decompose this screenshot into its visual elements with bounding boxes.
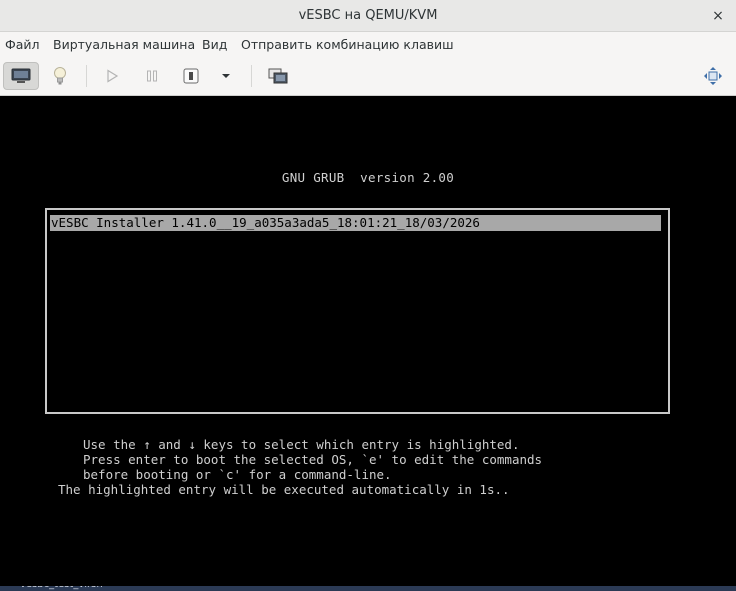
menu-virtual-machine[interactable]: Виртуальная машина bbox=[53, 32, 195, 57]
grub-menu-box: vESBC Installer 1.41.0__19_a035a3ada5_18… bbox=[45, 208, 670, 414]
close-button[interactable]: × bbox=[708, 6, 728, 26]
shutdown-menu-button[interactable] bbox=[212, 62, 240, 90]
details-button[interactable] bbox=[44, 62, 76, 90]
grub-help-line: before booting or `c' for a command-line… bbox=[83, 467, 392, 482]
grub-help-line: Press enter to boot the selected OS, `e'… bbox=[83, 452, 543, 467]
grub-help-line: Use the ↑ and ↓ keys to select which ent… bbox=[83, 437, 520, 452]
host-taskbar: vesbc_test_virsh bbox=[0, 586, 736, 591]
console-button[interactable] bbox=[3, 62, 39, 90]
resize-button[interactable] bbox=[697, 62, 729, 90]
screenshot-icon bbox=[268, 68, 288, 84]
grub-countdown: The highlighted entry will be executed a… bbox=[58, 482, 510, 497]
taskbar-item-label[interactable]: vesbc_test_virsh bbox=[20, 586, 103, 590]
menu-file[interactable]: Файл bbox=[5, 32, 40, 57]
menu-bar: Файл Виртуальная машина Вид Отправить ко… bbox=[0, 32, 736, 57]
shutdown-icon bbox=[183, 68, 199, 84]
virt-viewer-window: vESBC на QEMU/KVM × Файл Виртуальная маш… bbox=[0, 0, 736, 591]
menu-view[interactable]: Вид bbox=[202, 32, 227, 57]
grub-header: GNU GRUB version 2.00 bbox=[281, 170, 455, 185]
toolbar bbox=[0, 57, 736, 96]
guest-display[interactable]: GNU GRUB version 2.00 vESBC Installer 1.… bbox=[0, 96, 736, 591]
screenshot-button[interactable] bbox=[262, 62, 294, 90]
console-icon bbox=[11, 68, 31, 83]
window-title: vESBC на QEMU/KVM bbox=[298, 8, 438, 23]
title-bar[interactable]: vESBC на QEMU/KVM × bbox=[0, 0, 736, 32]
menu-send-key[interactable]: Отправить комбинацию клавиш bbox=[241, 32, 454, 57]
shutdown-button[interactable] bbox=[175, 62, 207, 90]
play-icon bbox=[107, 69, 119, 83]
run-button[interactable] bbox=[96, 62, 128, 90]
grub-selected-entry[interactable]: vESBC Installer 1.41.0__19_a035a3ada5_18… bbox=[50, 215, 661, 231]
lightbulb-icon bbox=[54, 67, 66, 85]
pause-icon bbox=[147, 70, 157, 82]
resize-arrows-icon bbox=[704, 67, 722, 85]
pause-button[interactable] bbox=[136, 62, 168, 90]
toolbar-separator bbox=[251, 65, 252, 87]
toolbar-separator bbox=[86, 65, 87, 87]
chevron-down-icon bbox=[222, 74, 230, 78]
